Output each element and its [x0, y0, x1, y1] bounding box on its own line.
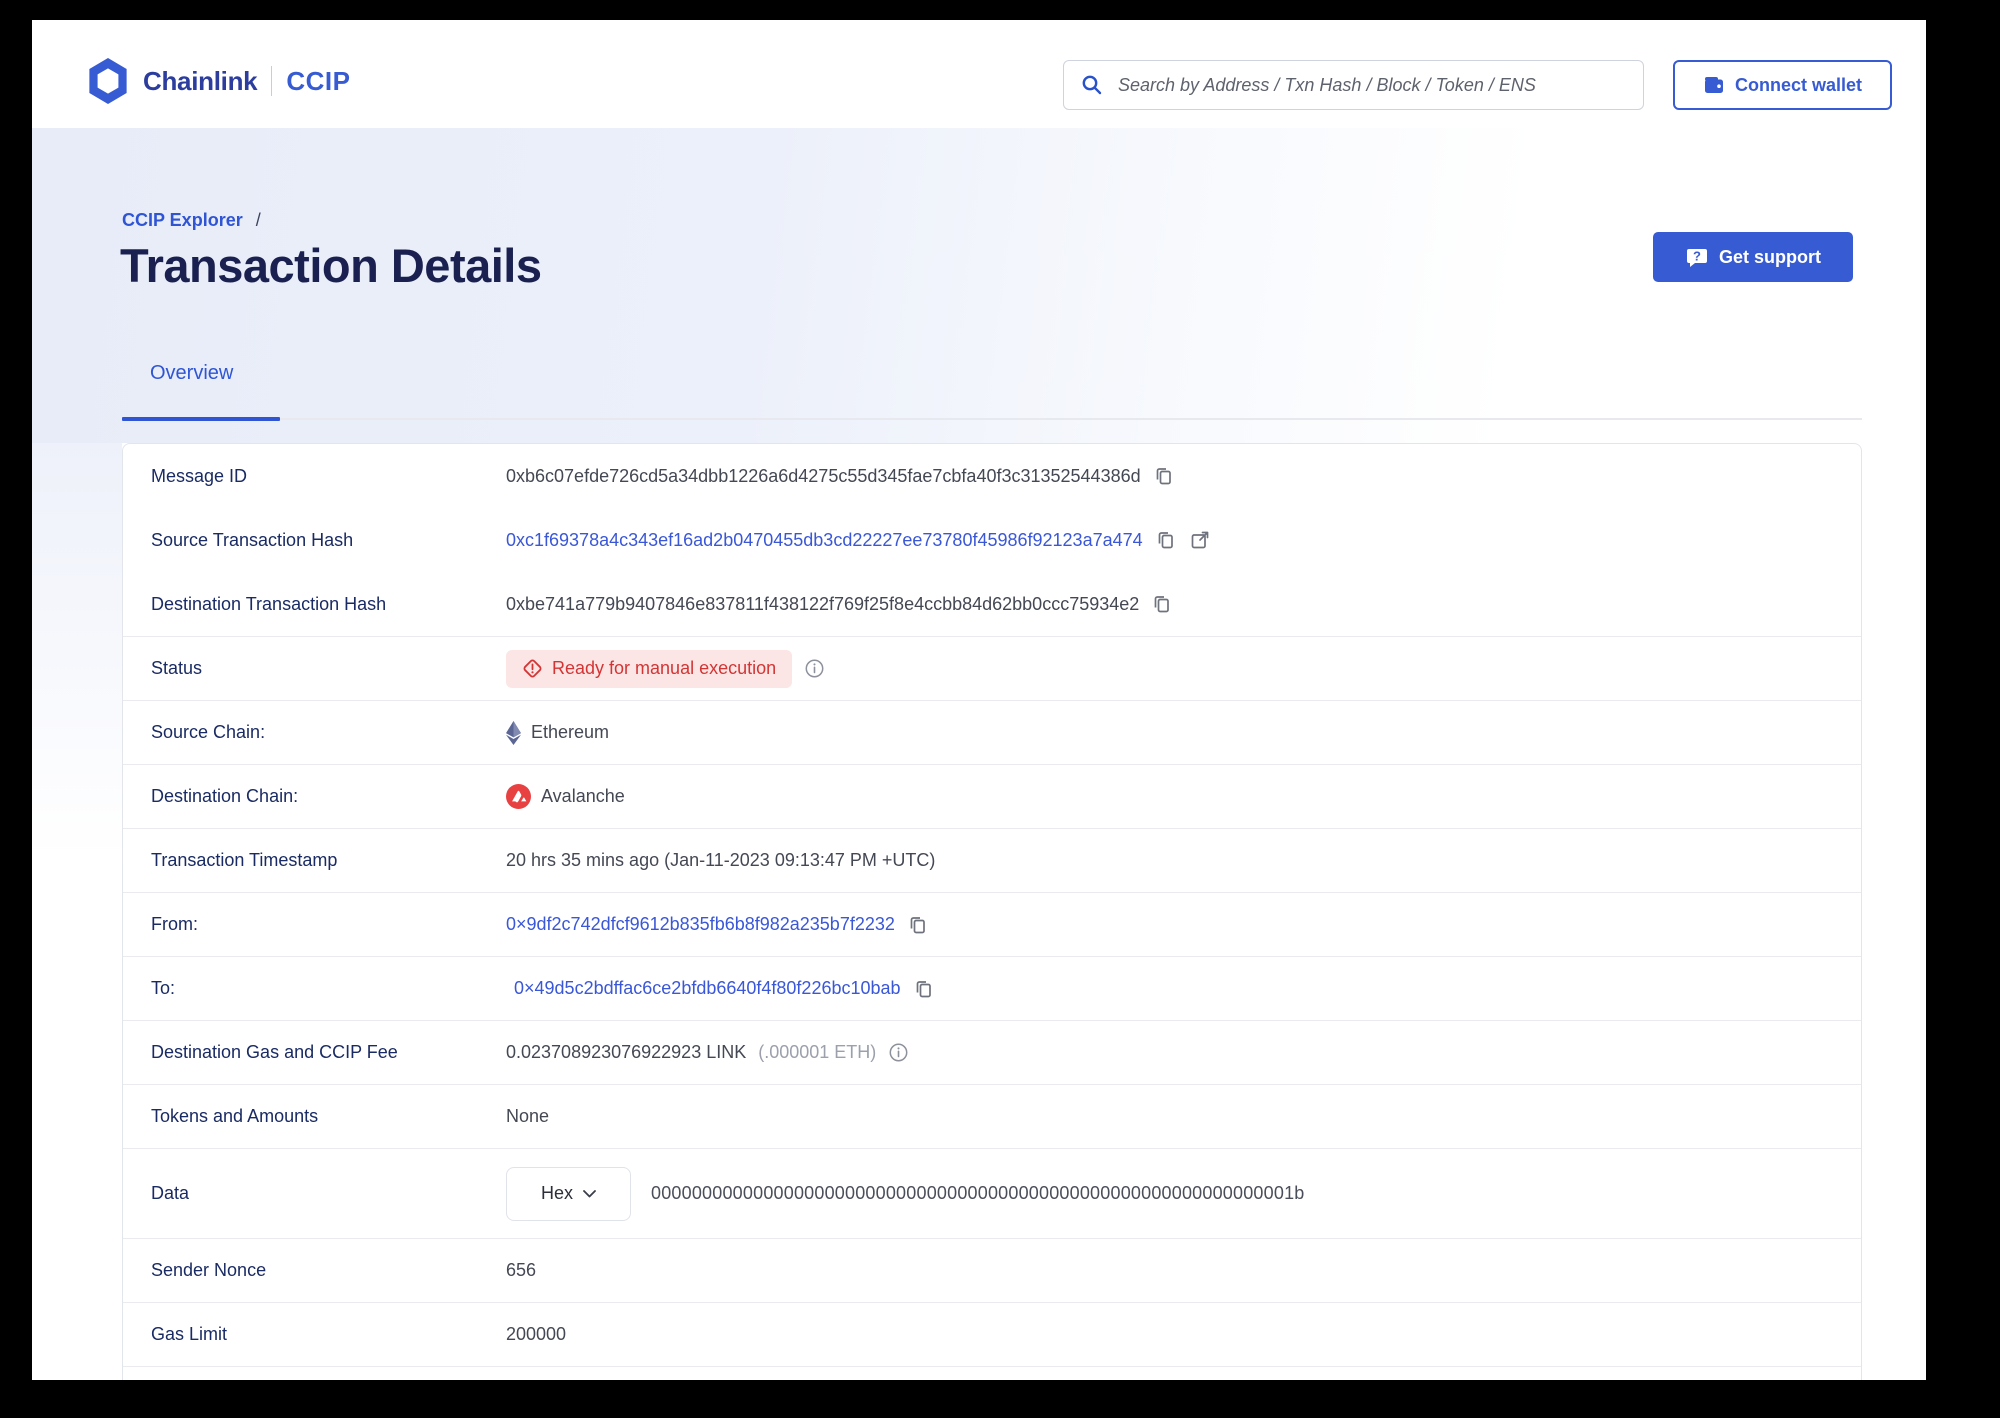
- row-label: Status: [151, 658, 203, 678]
- ccip-explorer-page: Chainlink CCIP Connect wallet: [32, 20, 1926, 1380]
- message-id-value: 0xb6c07efde726cd5a34dbb1226a6d4275c55d34…: [506, 465, 1141, 486]
- row-label: To:: [151, 978, 176, 998]
- row-partial: [123, 1366, 1861, 1380]
- row-to: To: 0×49d5c2bdffac6ce2bfdb6640f4f80f226b…: [123, 956, 1861, 1020]
- source-chain-value: Ethereum: [531, 722, 610, 742]
- row-source-chain: Source Chain: Ethereum: [123, 700, 1861, 764]
- fee-eth-value: (.000001 ETH): [758, 1042, 877, 1062]
- row-label: Tokens and Amounts: [151, 1106, 319, 1126]
- copy-icon[interactable]: [913, 978, 935, 1000]
- get-support-button[interactable]: ? Get support: [1653, 232, 1853, 282]
- get-support-label: Get support: [1719, 246, 1821, 267]
- timestamp-value: 20 hrs 35 mins ago (Jan-11-2023 09:13:47…: [506, 850, 936, 870]
- data-format-selected: Hex: [540, 1183, 573, 1203]
- copy-icon[interactable]: [1151, 593, 1173, 615]
- row-status: Status Ready for manual execution: [123, 636, 1861, 700]
- tab-overview[interactable]: Overview: [150, 362, 233, 385]
- row-from: From: 0×9df2c742dfcf9612b835fb6b8f982a23…: [123, 892, 1861, 956]
- status-badge-label: Ready for manual execution: [552, 658, 777, 678]
- brand-product: CCIP: [286, 65, 351, 96]
- search-input[interactable]: [1116, 73, 1627, 97]
- background-fade: [32, 443, 122, 963]
- row-message-id: Message ID 0xb6c07efde726cd5a34dbb1226a6…: [123, 444, 1861, 508]
- row-data: Data Hex 0000000000000000000000000000000…: [123, 1148, 1861, 1238]
- row-destination-gas-fee: Destination Gas and CCIP Fee 0.023708923…: [123, 1020, 1861, 1084]
- tokens-value: None: [506, 1106, 550, 1126]
- transaction-details-card: Message ID 0xb6c07efde726cd5a34dbb1226a6…: [122, 443, 1862, 1380]
- row-label: Message ID: [151, 465, 248, 486]
- row-label: Sender Nonce: [151, 1260, 267, 1280]
- to-address-link[interactable]: 0×49d5c2bdffac6ce2bfdb6640f4f80f226bc10b…: [514, 978, 901, 999]
- destination-transaction-hash-value: 0xbe741a779b9407846e837811f438122f769f25…: [506, 593, 1140, 614]
- copy-icon[interactable]: [1153, 465, 1175, 487]
- external-link-icon[interactable]: [1189, 529, 1211, 551]
- chevron-down-icon: [583, 1189, 596, 1198]
- status-badge: Ready for manual execution: [506, 649, 793, 688]
- page-title: Transaction Details: [120, 239, 542, 292]
- row-label: Source Transaction Hash: [151, 529, 354, 550]
- row-label: Data: [151, 1183, 190, 1203]
- connect-wallet-button[interactable]: Connect wallet: [1673, 60, 1892, 110]
- breadcrumb-ccip-explorer-link[interactable]: CCIP Explorer: [122, 210, 243, 230]
- wallet-icon: [1703, 74, 1725, 96]
- row-label: Source Chain:: [151, 722, 266, 742]
- brand-logo[interactable]: Chainlink CCIP: [87, 58, 350, 104]
- source-transaction-hash-link[interactable]: 0xc1f69378a4c343ef16ad2b0470455db3cd2222…: [506, 530, 1143, 551]
- row-label: Transaction Timestamp: [151, 850, 338, 870]
- data-hex-value: 0000000000000000000000000000000000000000…: [651, 1183, 1305, 1203]
- fee-link-value: 0.023708923076922923 LINK: [506, 1042, 747, 1062]
- row-tokens-and-amounts: Tokens and Amounts None: [123, 1084, 1861, 1148]
- ethereum-icon: [506, 720, 521, 745]
- brand-divider: [271, 66, 273, 96]
- row-source-transaction-hash: Source Transaction Hash 0xc1f69378a4c343…: [123, 508, 1861, 572]
- tabs-baseline: [122, 418, 1862, 420]
- support-chat-icon: ?: [1685, 245, 1709, 269]
- row-label: Destination Chain:: [151, 786, 299, 806]
- search-icon: [1080, 73, 1104, 97]
- info-icon[interactable]: [804, 658, 825, 679]
- destination-chain-value: Avalanche: [541, 786, 625, 806]
- from-address-link[interactable]: 0×9df2c742dfcf9612b835fb6b8f982a235b7f22…: [506, 914, 895, 935]
- top-header: Chainlink CCIP Connect wallet: [32, 20, 1926, 128]
- connect-wallet-label: Connect wallet: [1734, 74, 1863, 95]
- row-label: From:: [151, 914, 198, 934]
- row-destination-chain: Destination Chain: Avalanche: [123, 764, 1861, 828]
- info-icon[interactable]: [888, 1042, 909, 1063]
- row-destination-transaction-hash: Destination Transaction Hash 0xbe741a779…: [123, 572, 1861, 636]
- data-format-dropdown[interactable]: Hex: [506, 1166, 631, 1221]
- row-label: Gas Limit: [151, 1324, 228, 1344]
- search-bar[interactable]: [1063, 60, 1644, 110]
- row-gas-limit: Gas Limit 200000: [123, 1302, 1861, 1366]
- breadcrumb-separator: /: [255, 210, 261, 230]
- copy-icon[interactable]: [1155, 529, 1177, 551]
- svg-text:?: ?: [1693, 249, 1701, 264]
- row-sender-nonce: Sender Nonce 656: [123, 1238, 1861, 1302]
- alert-diamond-icon: [522, 658, 543, 679]
- tab-overview-active-indicator: [122, 417, 280, 421]
- avalanche-icon: [506, 784, 531, 809]
- copy-icon[interactable]: [907, 914, 929, 936]
- brand-name: Chainlink: [143, 65, 258, 96]
- gas-limit-value: 200000: [506, 1324, 567, 1344]
- chainlink-hexagon-icon: [87, 58, 129, 104]
- row-transaction-timestamp: Transaction Timestamp 20 hrs 35 mins ago…: [123, 828, 1861, 892]
- row-label: Destination Gas and CCIP Fee: [151, 1042, 398, 1062]
- breadcrumb: CCIP Explorer /: [122, 210, 261, 231]
- sender-nonce-value: 656: [506, 1260, 537, 1280]
- row-label: Destination Transaction Hash: [151, 593, 387, 614]
